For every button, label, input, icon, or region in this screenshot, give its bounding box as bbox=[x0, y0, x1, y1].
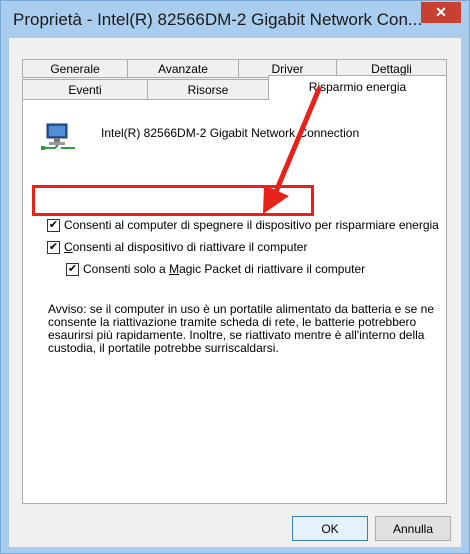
tab-eventi[interactable]: Eventi bbox=[22, 79, 148, 100]
tab-risorse[interactable]: Risorse bbox=[147, 79, 269, 100]
close-icon: ✕ bbox=[435, 4, 447, 20]
checkbox-box[interactable]: ✔ bbox=[47, 218, 60, 232]
magic-packet-only-checkbox[interactable]: ✔ Consenti solo a Magic Packet di riatti… bbox=[66, 262, 365, 276]
checkbox-box[interactable]: ✔ bbox=[66, 262, 79, 276]
power-management-panel: Intel(R) 82566DM-2 Gigabit Network Conne… bbox=[22, 99, 447, 504]
properties-window: Proprietà - Intel(R) 82566DM-2 Gigabit N… bbox=[0, 0, 470, 554]
network-adapter-icon bbox=[41, 123, 75, 150]
title-bar[interactable]: Proprietà - Intel(R) 82566DM-2 Gigabit N… bbox=[1, 1, 469, 37]
allow-power-off-checkbox[interactable]: ✔ Consenti al computer di spegnere il di… bbox=[47, 218, 439, 232]
close-button[interactable]: ✕ bbox=[421, 2, 461, 23]
window-title: Proprietà - Intel(R) 82566DM-2 Gigabit N… bbox=[13, 10, 423, 29]
ok-button[interactable]: OK bbox=[292, 516, 368, 541]
checkbox-label: Consenti al dispositivo di riattivare il… bbox=[64, 240, 308, 254]
tab-generale[interactable]: Generale bbox=[22, 59, 128, 78]
dialog-client: Generale Avanzate Driver Dettagli Eventi… bbox=[9, 38, 461, 547]
checkbox-label: Consenti al computer di spegnere il disp… bbox=[64, 218, 439, 232]
tab-avanzate[interactable]: Avanzate bbox=[127, 59, 239, 78]
battery-warning-text: Avviso: se il computer in uso è un porta… bbox=[48, 302, 434, 355]
allow-wake-computer-checkbox[interactable]: ✔ Consenti al dispositivo di riattivare … bbox=[47, 240, 307, 254]
highlight-box bbox=[32, 185, 314, 216]
device-name: Intel(R) 82566DM-2 Gigabit Network Conne… bbox=[101, 126, 360, 140]
tab-risparmio-energia[interactable]: Risparmio energia bbox=[268, 75, 447, 100]
checkbox-box[interactable]: ✔ bbox=[47, 240, 60, 254]
cancel-button[interactable]: Annulla bbox=[375, 516, 451, 541]
checkbox-label: Consenti solo a Magic Packet di riattiva… bbox=[83, 262, 366, 276]
